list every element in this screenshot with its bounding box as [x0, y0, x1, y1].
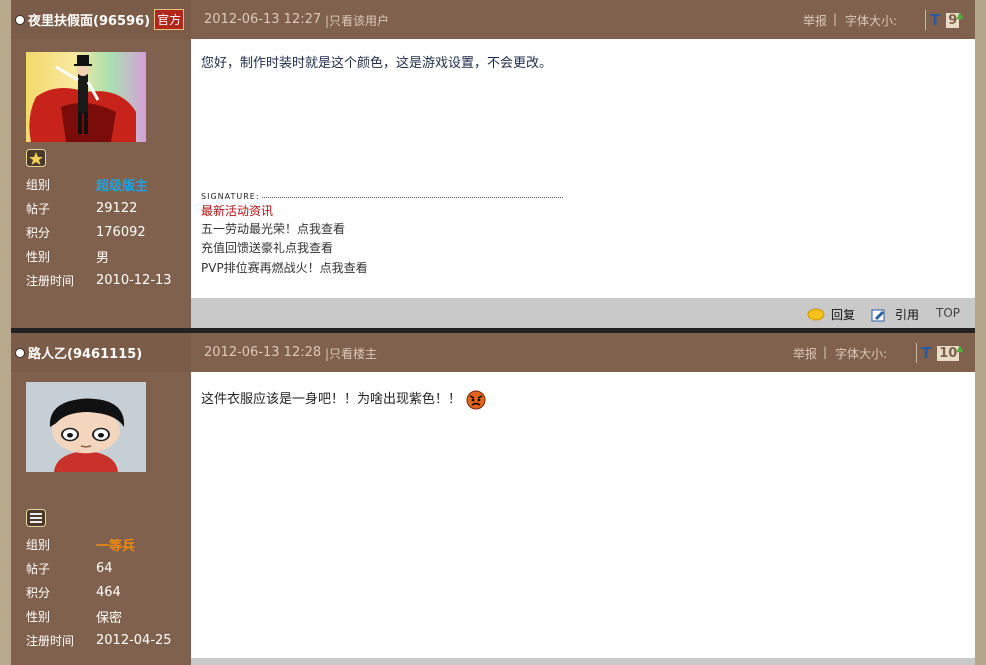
gender-value: 保密 — [96, 610, 123, 626]
posts-value: 64 — [96, 560, 113, 576]
top-link[interactable]: TOP — [936, 306, 960, 320]
view-only-author-link[interactable]: |只看该用户 — [325, 12, 389, 29]
info-row-posts: 帖子 64 — [26, 556, 186, 580]
online-status-icon — [15, 347, 25, 358]
font-size-control[interactable]: T 9 ▲ — [925, 10, 974, 30]
info-row-group: 组别 超级版主 — [26, 172, 186, 196]
info-row-registered: 注册时间 2010-12-13 — [26, 268, 186, 292]
reply-icon — [807, 308, 825, 321]
author-header: 夜里扶假面(96596) 官方 — [11, 0, 191, 39]
post-message: 这件衣服应该是一身吧！！为啥出现紫色！！ — [201, 388, 487, 410]
font-size-value[interactable]: 10 ▲ — [937, 344, 963, 361]
registered-value: 2012-04-25 — [96, 632, 172, 648]
author-header: 路人乙(9461115) — [11, 333, 191, 372]
info-row-posts: 帖子 29122 — [26, 196, 186, 220]
info-label: 性别 — [26, 249, 51, 264]
official-badge: 官方 — [154, 9, 185, 30]
avatar[interactable] — [26, 52, 146, 142]
signature-title[interactable]: 最新活动资讯 — [201, 202, 273, 219]
info-label: 帖子 — [26, 201, 51, 216]
posts-value: 29122 — [96, 200, 138, 216]
info-label: 积分 — [26, 585, 51, 600]
post-content: 这件衣服应该是一身吧！！为啥出现紫色！！ — [191, 372, 975, 658]
info-label: 组别 — [26, 537, 51, 552]
signature-label: SIGNATURE: — [201, 192, 262, 201]
view-only-op-link[interactable]: |只看楼主 — [325, 345, 377, 362]
post-content: 您好，制作时装时就是这个颜色，这是游戏设置，不会更改。 SIGNATURE: 最… — [191, 39, 975, 298]
report-link[interactable]: 举报 — [803, 12, 827, 29]
font-size-value[interactable]: 9 ▲ — [946, 11, 963, 28]
quote-icon — [871, 309, 885, 321]
rank-star-icon — [26, 149, 46, 167]
quote-button[interactable]: 引用 — [871, 306, 919, 323]
group-value[interactable]: 超级版主 — [96, 175, 148, 194]
info-label: 帖子 — [26, 561, 51, 576]
page-right-margin — [975, 0, 986, 665]
points-value: 464 — [96, 584, 121, 600]
online-status-icon — [15, 14, 25, 25]
font-size-t-icon[interactable]: T — [921, 344, 931, 362]
font-size-label: 字体大小: — [845, 14, 898, 28]
rank-bars-icon — [26, 509, 46, 527]
registered-value: 2010-12-13 — [96, 272, 172, 288]
post-message: 您好，制作时装时就是这个颜色，这是游戏设置，不会更改。 — [201, 56, 553, 71]
info-row-points: 积分 464 — [26, 580, 186, 604]
author-name[interactable]: 路人乙(9461115) — [28, 343, 142, 362]
author-sidebar: 夜里扶假面(96596) 官方 组别 超级版主 帖子 29122 积分 1760… — [11, 0, 191, 328]
font-size-control[interactable]: T 10 ▲ — [916, 343, 973, 363]
info-row-gender: 性别 保密 — [26, 604, 186, 628]
gender-value: 男 — [96, 250, 110, 266]
author-info: 组别 超级版主 帖子 29122 积分 176092 性别 男 注册时间 201… — [26, 172, 186, 292]
author-info: 组别 一等兵 帖子 64 积分 464 性别 保密 注册时间 2012-04-2… — [26, 532, 186, 652]
post-date: 2012-06-13 12:27 — [204, 12, 322, 27]
post-header: 2012-06-13 12:28 |只看楼主 举报 | 字体大小: T 10 ▲ — [191, 333, 975, 372]
info-label: 注册时间 — [26, 273, 75, 288]
report-link[interactable]: 举报 — [793, 345, 817, 362]
post-header: 2012-06-13 12:27 |只看该用户 举报 | 字体大小: T 9 ▲ — [191, 0, 975, 39]
font-up-arrow-icon[interactable]: ▲ — [956, 344, 963, 354]
post-footer: 回复 引用 TOP — [191, 298, 975, 328]
font-size-t-icon[interactable]: T — [930, 11, 940, 29]
author-name[interactable]: 夜里扶假面(96596) — [28, 10, 150, 29]
info-row-points: 积分 176092 — [26, 220, 186, 244]
info-row-registered: 注册时间 2012-04-25 — [26, 628, 186, 652]
info-label: 性别 — [26, 609, 51, 624]
author-sidebar: 路人乙(9461115) 组别 一等兵 帖子 64 积分 464 性别 保密 注… — [11, 333, 191, 665]
points-value: 176092 — [96, 224, 146, 240]
signature-link[interactable]: PVP排位赛再燃战火！点我查看 — [201, 259, 368, 276]
separator: | — [823, 345, 828, 359]
group-value[interactable]: 一等兵 — [96, 535, 135, 554]
post-footer — [191, 658, 975, 665]
info-row-group: 组别 一等兵 — [26, 532, 186, 556]
info-label: 积分 — [26, 225, 51, 240]
separator: | — [833, 12, 838, 26]
signature-link[interactable]: 五一劳动最光荣！点我查看 — [201, 220, 345, 237]
info-label: 组别 — [26, 177, 51, 192]
reply-button[interactable]: 回复 — [807, 306, 855, 323]
post-date: 2012-06-13 12:28 — [204, 345, 322, 360]
post-2: 路人乙(9461115) 组别 一等兵 帖子 64 积分 464 性别 保密 注… — [11, 333, 975, 665]
avatar[interactable] — [26, 382, 146, 472]
font-size-label: 字体大小: — [835, 347, 888, 361]
font-up-arrow-icon[interactable]: ▲ — [956, 11, 963, 21]
signature-link[interactable]: 充值回馈送豪礼点我查看 — [201, 239, 333, 256]
angry-emoji-icon — [466, 390, 486, 409]
post-1: 夜里扶假面(96596) 官方 组别 超级版主 帖子 29122 积分 1760… — [11, 0, 975, 328]
info-row-gender: 性别 男 — [26, 244, 186, 268]
info-label: 注册时间 — [26, 633, 75, 648]
